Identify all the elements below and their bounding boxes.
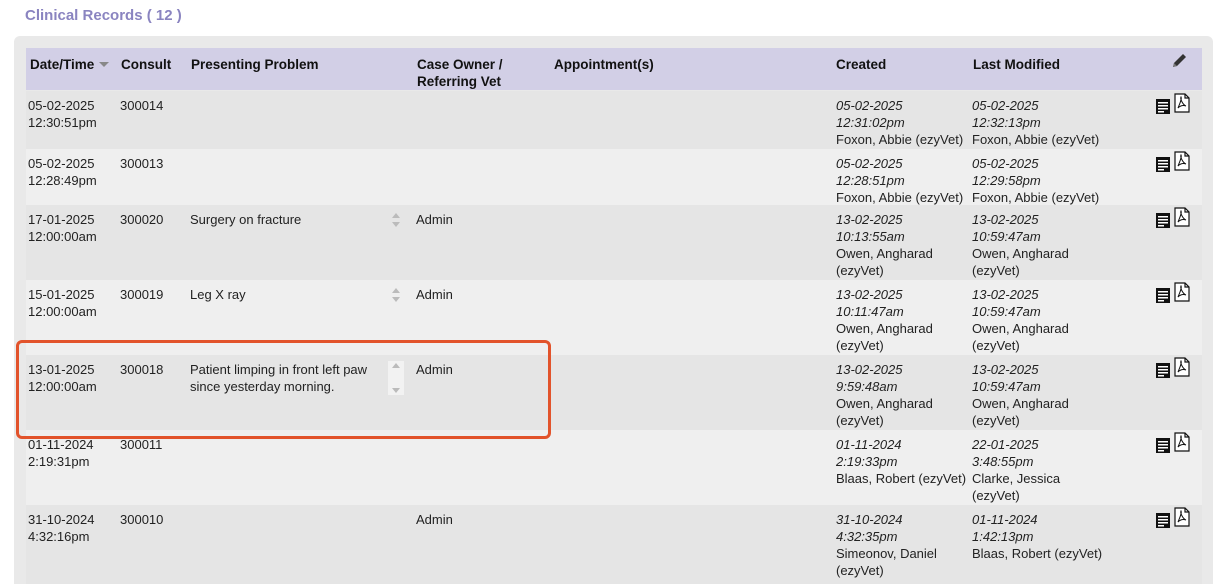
row-actions: [1155, 432, 1195, 456]
table-row[interactable]: 05-02-2025 12:28:49pm 300013 05-02-2025 12:2…: [26, 149, 1202, 205]
case-owner: Admin: [416, 212, 453, 227]
consult-number[interactable]: 300010: [120, 511, 163, 528]
created-info: 13-02-2025 10:11:47am Owen, Angharad (ezyVe…: [836, 287, 933, 353]
case-owner: Admin: [416, 512, 453, 527]
problem-scroll-control[interactable]: [388, 211, 404, 229]
created-info: 01-11-2024 2:19:33pm Blaas, Robert (ezyVet…: [836, 437, 967, 486]
table-header: Date/Time Consult Presenting Problem Cas…: [26, 48, 1202, 90]
table-row[interactable]: 31-10-2024 4:32:16pm 300010 Admin 31-10-2024…: [26, 505, 1202, 584]
created-info: 05-02-2025 12:28:51pm Foxon, Abbie (ezyVet…: [836, 156, 964, 205]
pdf-icon[interactable]: [1174, 357, 1190, 377]
row-actions: [1155, 282, 1195, 306]
scroll-up-icon[interactable]: [392, 213, 400, 218]
scroll-down-icon[interactable]: [392, 388, 400, 393]
pdf-icon[interactable]: [1174, 507, 1190, 527]
modified-info: 13-02-2025 10:59:47am Owen, Angharad (ezyVe…: [972, 287, 1069, 353]
document-icon[interactable]: [1155, 286, 1171, 304]
col-owner-header[interactable]: Case Owner / Referring Vet: [417, 56, 503, 90]
document-icon[interactable]: [1155, 211, 1171, 229]
document-icon[interactable]: [1155, 511, 1171, 529]
modified-info: 13-02-2025 10:59:47am Owen, Angharad (ezyVe…: [972, 362, 1069, 428]
pdf-icon[interactable]: [1174, 93, 1190, 113]
consult-number[interactable]: 300018: [120, 361, 163, 378]
scroll-down-icon[interactable]: [392, 222, 400, 227]
modified-info: 22-01-2025 3:48:55pm Clarke, Jessica (ezyVe…: [972, 437, 1061, 503]
table-row[interactable]: 17-01-2025 12:00:00am 300020 Surgery on fra…: [26, 205, 1202, 280]
section-title: Clinical Records ( 12 ): [25, 7, 182, 24]
table-row[interactable]: 15-01-2025 12:00:00am 300019 Leg X ray Admin…: [26, 280, 1202, 355]
consult-number[interactable]: 300019: [120, 286, 163, 303]
table-row[interactable]: 01-11-2024 2:19:31pm 300011 01-11-2024 2:19:…: [26, 430, 1202, 505]
row-actions: [1155, 151, 1195, 175]
table-row[interactable]: 05-02-2025 12:30:51pm 300014 05-02-2025 12:3…: [26, 91, 1202, 149]
consult-number[interactable]: 300014: [120, 97, 163, 114]
consult-number[interactable]: 300020: [120, 211, 163, 228]
problem-scroll-control[interactable]: [388, 286, 404, 304]
pdf-icon[interactable]: [1174, 207, 1190, 227]
created-info: 31-10-2024 4:32:35pm Simeonov, Daniel (ezyV…: [836, 512, 937, 578]
record-datetime[interactable]: 01-11-2024 2:19:31pm: [28, 436, 94, 470]
modified-info: 05-02-2025 12:29:58pm Foxon, Abbie (ezyVet…: [972, 156, 1100, 205]
record-datetime[interactable]: 05-02-2025 12:30:51pm: [28, 97, 97, 131]
presenting-problem[interactable]: Patient limping in front left paw since …: [190, 361, 390, 395]
document-icon[interactable]: [1155, 361, 1171, 379]
scroll-up-icon[interactable]: [392, 363, 400, 368]
scroll-up-icon[interactable]: [392, 288, 400, 293]
table-row[interactable]: 13-01-2025 12:00:00am 300018 Patient limpin…: [26, 355, 1202, 430]
modified-info: 13-02-2025 10:59:47am Owen, Angharad (ezyVe…: [972, 212, 1069, 278]
row-actions: [1155, 357, 1195, 381]
col-created-header[interactable]: Created: [836, 56, 886, 73]
record-datetime[interactable]: 17-01-2025 12:00:00am: [28, 211, 97, 245]
record-datetime[interactable]: 15-01-2025 12:00:00am: [28, 286, 97, 320]
consult-number[interactable]: 300011: [120, 436, 162, 453]
document-icon[interactable]: [1155, 97, 1171, 115]
problem-scroll-control[interactable]: [388, 361, 404, 395]
pdf-icon[interactable]: [1174, 432, 1190, 452]
consult-number[interactable]: 300013: [120, 155, 163, 172]
pdf-icon[interactable]: [1174, 282, 1190, 302]
col-modified-header[interactable]: Last Modified: [973, 56, 1060, 73]
created-info: 05-02-2025 12:31:02pm Foxon, Abbie (ezyVet…: [836, 98, 964, 147]
col-appointments-header[interactable]: Appointment(s): [554, 56, 654, 73]
col-problem-header[interactable]: Presenting Problem: [191, 56, 319, 73]
case-owner: Admin: [416, 362, 453, 377]
row-actions: [1155, 507, 1195, 531]
scroll-down-icon[interactable]: [392, 297, 400, 302]
record-datetime[interactable]: 05-02-2025 12:28:49pm: [28, 155, 97, 189]
modified-info: 01-11-2024 1:42:13pm Blaas, Robert (ezyVet…: [972, 512, 1103, 561]
record-datetime[interactable]: 13-01-2025 12:00:00am: [28, 361, 97, 395]
case-owner: Admin: [416, 287, 453, 302]
document-icon[interactable]: [1155, 155, 1171, 173]
presenting-problem[interactable]: Leg X ray: [190, 286, 390, 303]
pdf-icon[interactable]: [1174, 151, 1190, 171]
record-datetime[interactable]: 31-10-2024 4:32:16pm: [28, 511, 95, 545]
row-actions: [1155, 207, 1195, 231]
created-info: 13-02-2025 10:13:55am Owen, Angharad (ezyVe…: [836, 212, 933, 278]
col-datetime-header[interactable]: Date/Time: [30, 56, 110, 73]
sort-desc-icon[interactable]: [99, 62, 110, 67]
modified-info: 05-02-2025 12:32:13pm Foxon, Abbie (ezyVet…: [972, 98, 1100, 147]
document-icon[interactable]: [1155, 436, 1171, 454]
row-actions: [1155, 93, 1195, 117]
created-info: 13-02-2025 9:59:48am Owen, Angharad (ezyVet…: [836, 362, 933, 428]
col-consult-header[interactable]: Consult: [121, 56, 171, 73]
pencil-icon[interactable]: [1170, 52, 1188, 70]
presenting-problem[interactable]: Surgery on fracture: [190, 211, 390, 228]
